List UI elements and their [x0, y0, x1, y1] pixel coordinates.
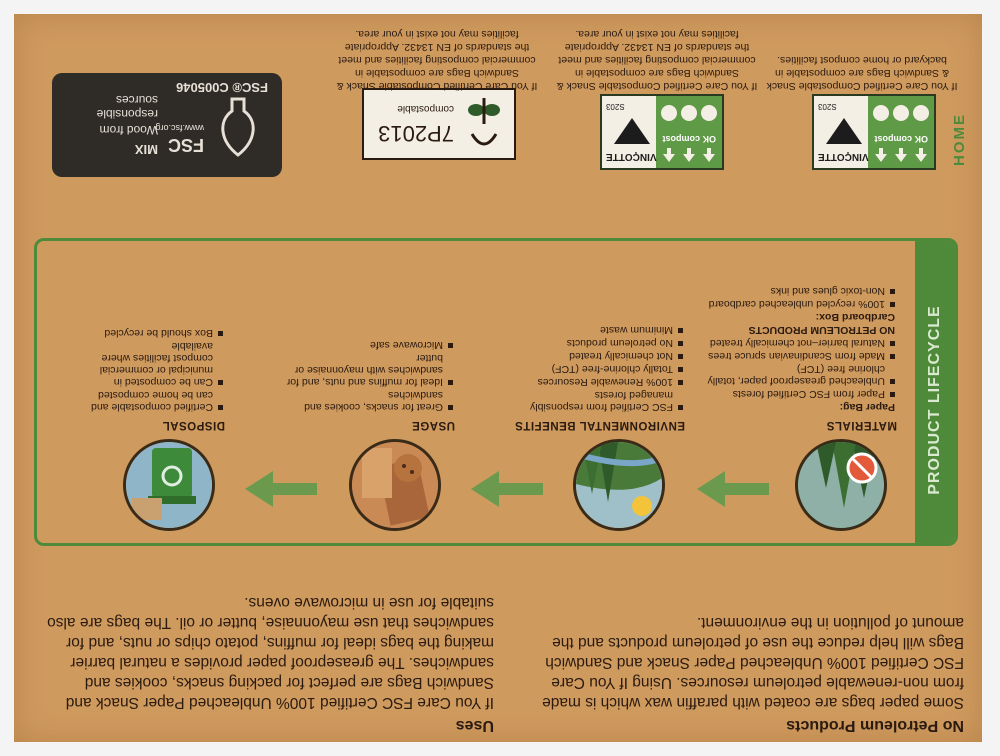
materials-item: Non-toxic glues and inks: [707, 285, 897, 297]
disposal-list: Certified compostable and can be home co…: [75, 326, 225, 413]
materials-item: Cardboard Box:: [815, 311, 895, 323]
vincotte-code: S203: [606, 102, 625, 111]
environmental-item: FSC Certified from responsibly managed f…: [505, 389, 685, 413]
arrow-icon: [697, 471, 769, 507]
usage-item: Great for snacks, cookies and sandwiches: [285, 389, 455, 413]
materials-item: NO PETROLEUM PRODUCTS: [748, 324, 895, 336]
product-lifecycle-panel: PRODUCT LIFECYCLE MATERIALS Paper Bag: P…: [34, 238, 958, 546]
ok-compost-green-panel: OK compost: [656, 96, 722, 168]
fsc-mix: MIX: [134, 142, 158, 157]
uses-title: Uses: [455, 717, 494, 734]
vincotte-v-icon: [614, 118, 650, 144]
fsc-code: FSC® C005046: [176, 80, 268, 95]
vincotte-label: VINÇOTTE: [606, 151, 657, 162]
lifecycle-title: PRODUCT LIFECYCLE: [926, 305, 943, 495]
seedling-compost-text: If You Care Certified Compostable Snack …: [336, 28, 538, 92]
upside-down-print: No Petroleum Products Some paper bags ar…: [14, 14, 982, 742]
environmental-item: Not chemically treated: [505, 350, 685, 362]
materials-item: Unbleached greaseproof paper, totally ch…: [707, 363, 897, 387]
disposal-item: Box should be recycled: [75, 327, 225, 339]
disposal-item: Can be composted in municipal or commerc…: [75, 340, 225, 388]
vincotte-code: S203: [818, 102, 837, 111]
environmental-item: No petroleum products: [505, 337, 685, 349]
usage-item: Microwave safe: [285, 339, 455, 351]
ok-compost-label: OK compost: [662, 134, 716, 144]
fsc-url: www.fsc.org: [155, 123, 204, 133]
environmental-item: Totally chlorine-free (TCF): [505, 363, 685, 375]
arrow-icon: [471, 471, 543, 507]
materials-item: 100% recycled unbleached cardboard: [707, 298, 897, 310]
usage-title: USAGE: [411, 419, 455, 431]
fsc-line2: responsible sources: [96, 93, 158, 121]
flower-icon: [873, 105, 929, 121]
arrows-icon: [875, 148, 927, 162]
seedling-label: compostable: [397, 103, 454, 114]
fsc-line1: Wood from: [99, 123, 158, 137]
environmental-item: Minimum waste: [505, 324, 685, 336]
fsc-tree-icon: [221, 97, 255, 157]
materials-item: Made from Scandinavian spruce trees: [707, 350, 897, 362]
home-compost-text: If You Care Certified Compostable Snack …: [766, 54, 958, 92]
vincotte-label: VINÇOTTE: [818, 151, 869, 162]
arrow-icon: [245, 471, 317, 507]
paper-bag-icon: [349, 439, 441, 531]
ok-compost-logo: OK compost VINÇOTTE S203: [600, 94, 724, 170]
environmental-title: ENVIRONMENTAL BENEFITS: [514, 419, 685, 431]
usage-list: Great for snacks, cookies and sandwiches…: [285, 338, 455, 413]
fsc-mark: FSC: [168, 135, 204, 155]
seedling-icon: [468, 98, 500, 146]
home-label: HOME: [951, 113, 968, 166]
environment-icon: [573, 439, 665, 531]
ok-compost-green-panel: OK compost: [868, 96, 934, 168]
materials-item: Paper Bag:: [839, 401, 895, 413]
flower-icon: [661, 105, 717, 121]
seedling-compostable-logo: 7P2013 compostable: [362, 88, 516, 160]
recycle-bin-icon: [123, 439, 215, 531]
industrial-compost-text: If You Care Certified Compostable Snack …: [556, 28, 758, 92]
lifecycle-band: PRODUCT LIFECYCLE: [915, 241, 955, 543]
ok-compost-label: OK compost: [874, 134, 928, 144]
materials-item: Paper from FSC Certified forests: [707, 388, 897, 400]
fsc-logo: FSC www.fsc.org MIX Wood from responsibl…: [52, 73, 282, 177]
ok-compost-home-logo: OK compost VINÇOTTE S203: [812, 94, 936, 170]
seedling-code: 7P2013: [378, 121, 454, 146]
materials-list: Paper Bag: Paper from FSC Certified fore…: [707, 284, 897, 413]
vincotte-v-icon: [826, 118, 862, 144]
package-box-side: No Petroleum Products Some paper bags ar…: [14, 14, 982, 742]
disposal-item: Certified compostable and can be home co…: [75, 389, 225, 413]
no-petroleum-body: Some paper bags are coated with paraffin…: [542, 614, 964, 711]
arrows-icon: [663, 148, 715, 162]
no-petroleum-title: No Petroleum Products: [786, 717, 964, 734]
environmental-list: FSC Certified from responsibly managed f…: [505, 323, 685, 413]
disposal-title: DISPOSAL: [162, 419, 225, 431]
environmental-item: 100% Renewable Resources: [505, 376, 685, 388]
materials-item: Natural barrier–not chemically treated: [707, 337, 897, 349]
usage-item: Ideal for muffins and nuts, and for sand…: [285, 352, 455, 388]
materials-title: MATERIALS: [826, 419, 897, 431]
materials-icon: [795, 439, 887, 531]
uses-body: If You Care FSC Certified 100% Unbleache…: [47, 594, 494, 711]
